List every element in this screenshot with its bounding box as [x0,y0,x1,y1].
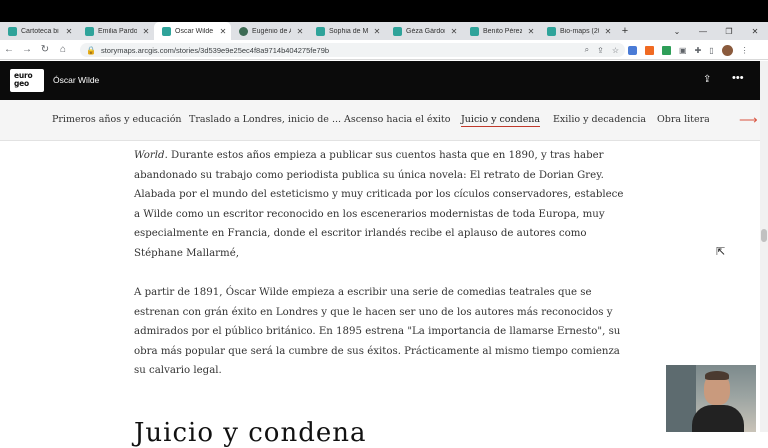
browser-tab[interactable]: Géza Gárdon ✕ [385,22,462,40]
tab-title: Eugénio de A [252,27,291,35]
back-arrow-icon[interactable]: ← [0,44,18,55]
close-tab-icon[interactable]: ✕ [295,27,305,36]
tab-title: Cartoteca bi [21,27,59,35]
story-header: euro geo Óscar Wilde ⇪ ••• [0,61,760,100]
bookmark-star-icon[interactable]: ☆ [612,46,619,55]
close-tab-icon[interactable]: ✕ [526,27,536,36]
close-tab-icon[interactable]: ✕ [64,27,74,36]
close-tab-icon[interactable]: ✕ [218,27,228,36]
sidebar-icon[interactable]: ▯ [709,46,713,55]
story-title: Óscar Wilde [53,75,100,85]
paragraph-2: A partir de 1891, Óscar Wilde empieza a … [134,287,621,377]
mouse-cursor-icon: ⇱ [716,246,726,258]
close-tab-icon[interactable]: ✕ [141,27,151,36]
nav-item-traslado-londres[interactable]: Traslado a Londres, inicio de ... [189,114,341,125]
share-icon[interactable]: ⇪ [703,74,711,85]
extension-icon[interactable]: ▣ [679,46,687,55]
screen-top-black-bar [0,0,768,22]
browser-menu-icon[interactable]: ⋮ [741,46,749,55]
close-tab-icon[interactable]: ✕ [603,27,613,36]
browser-tab[interactable]: Sophia de M ✕ [308,22,385,40]
profile-avatar[interactable] [721,44,733,56]
storymaps-icon [85,26,94,36]
browser-tab-active[interactable]: Óscar Wilde ✕ [154,22,231,40]
extension-icon[interactable] [645,45,654,55]
zoom-icon[interactable]: ⌕ [585,45,589,55]
tab-title: Óscar Wilde [175,27,214,35]
storymaps-icon [393,26,402,36]
storymaps-icon [547,26,556,36]
url-text: storymaps.arcgis.com/stories/3d539e9e25e… [100,45,330,55]
minimize-icon[interactable]: — [690,27,716,36]
browser-tab[interactable]: Bio-maps (20 ✕ [539,22,616,40]
story-navigation: Primeros años y educación Traslado a Lon… [0,100,760,141]
extension-icon[interactable] [628,45,637,55]
nav-item-obra-literaria[interactable]: Obra literar [657,114,709,125]
browser-tab[interactable]: Cartoteca bi ✕ [0,22,77,40]
story-content: World. Durante estos años empieza a publ… [0,142,760,448]
dark-globe-icon [239,26,248,36]
scrollbar-thumb[interactable] [761,229,767,242]
address-bar-actions: ⌕ ⇪ ☆ [585,43,619,57]
paragraph-1-text: . Durante estos años empieza a publicar … [134,150,624,259]
forward-arrow-icon[interactable]: → [18,44,36,55]
section-heading-juicio: Juicio y condena [134,418,367,448]
nav-item-ascenso-exito[interactable]: Ascenso hacia el éxito [344,114,450,125]
tab-search-icon[interactable]: ⌄ [664,27,690,36]
webcam-person-body [692,405,744,432]
tab-title: Bio-maps (20 [560,27,599,35]
tab-title: Sophia de M [329,27,368,35]
nav-next-arrow-icon[interactable]: ⟶ [739,112,758,128]
lock-icon: 🔒 [86,45,96,55]
close-window-icon[interactable]: ✕ [742,27,768,36]
storymaps-icon [470,26,479,36]
close-tab-icon[interactable]: ✕ [372,27,382,36]
new-tab-button[interactable]: + [616,25,634,37]
storymaps-icon [316,26,325,36]
share-page-icon[interactable]: ⇪ [597,46,604,55]
browser-tab-strip: Cartoteca bi ✕ Emilia Pardo ✕ Óscar Wild… [0,22,768,40]
window-controls: ⌄ — ❐ ✕ [664,22,768,40]
browser-tab[interactable]: Benito Pérez ✕ [462,22,539,40]
restore-icon[interactable]: ❐ [716,27,742,36]
extensions-area: ▣ ✚ ▯ ⋮ [628,42,749,58]
eurogeo-logo[interactable]: euro geo [10,69,44,92]
browser-tab[interactable]: Emilia Pardo ✕ [77,22,154,40]
nav-item-juicio-condena[interactable]: Juicio y condena [461,114,541,127]
tab-title: Benito Pérez [483,27,522,35]
address-bar[interactable]: 🔒 storymaps.arcgis.com/stories/3d539e9e2… [80,43,625,57]
browser-tab[interactable]: Eugénio de A ✕ [231,22,308,40]
storymaps-icon [162,26,171,36]
home-icon[interactable]: ⌂ [54,44,72,55]
logo-text-bottom: geo [14,79,30,88]
tab-title: Géza Gárdon [406,27,445,35]
more-options-icon[interactable]: ••• [732,72,744,84]
close-tab-icon[interactable]: ✕ [449,27,459,36]
reload-icon[interactable]: ↻ [36,44,54,55]
extension-icon[interactable] [662,45,671,55]
webcam-overlay [666,365,756,432]
browser-toolbar: ← → ↻ ⌂ 🔒 storymaps.arcgis.com/stories/3… [0,40,768,60]
storymaps-icon [8,26,17,36]
puzzle-icon[interactable]: ✚ [695,46,702,55]
tab-title: Emilia Pardo [98,27,137,35]
webcam-person-hair [705,371,729,380]
paragraph-1-italic: World [134,150,165,161]
page-scrollbar[interactable] [760,61,768,432]
nav-item-exilio-decadencia[interactable]: Exilio y decadencia [553,114,646,125]
paragraph-1: World. Durante estos años empieza a publ… [134,146,624,264]
nav-item-primeros-anos[interactable]: Primeros años y educación [52,114,182,125]
